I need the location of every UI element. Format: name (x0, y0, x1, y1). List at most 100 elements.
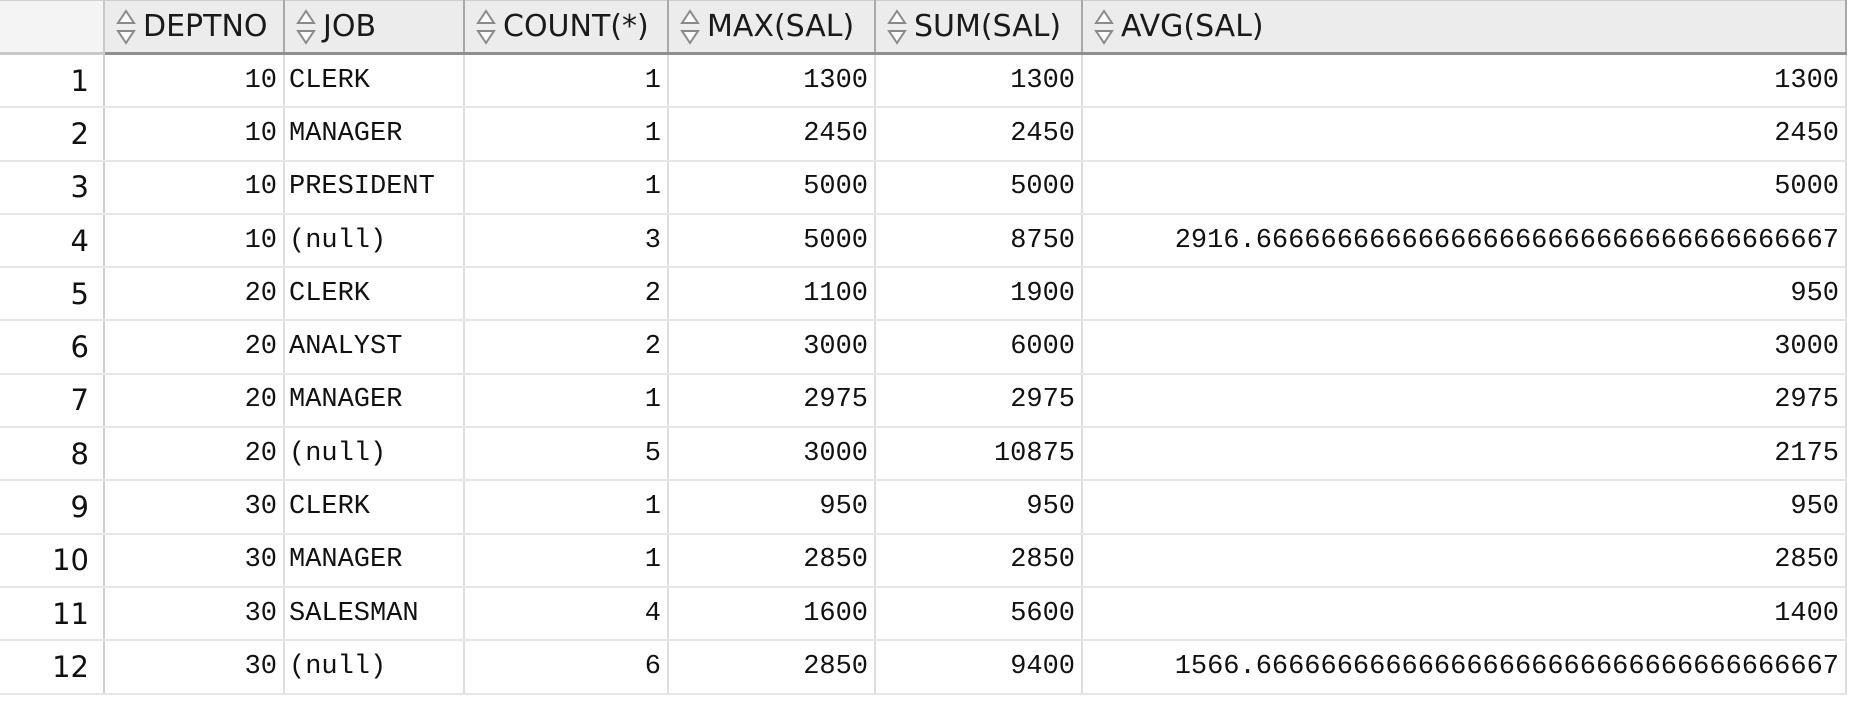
cell-deptno[interactable]: 30 (104, 533, 285, 588)
cell-count[interactable]: 1 (464, 373, 669, 429)
cell-sum-sal[interactable]: 2450 (875, 107, 1083, 162)
cell-sum-sal[interactable]: 10875 (875, 427, 1083, 482)
cell-job[interactable]: (null) (284, 213, 465, 269)
cell-count[interactable]: 5 (464, 427, 669, 482)
cell-deptno[interactable]: 20 (104, 427, 285, 482)
sort-updown-icon[interactable] (1093, 8, 1115, 46)
cell-sum-sal[interactable]: 950 (875, 480, 1083, 535)
row-number[interactable]: 2 (0, 107, 105, 162)
cell-sum-sal[interactable]: 5000 (875, 160, 1083, 215)
row-number[interactable]: 12 (0, 640, 105, 695)
cell-job[interactable]: MANAGER (284, 533, 465, 588)
cell-count[interactable]: 3 (464, 213, 669, 269)
sort-updown-icon[interactable] (679, 8, 701, 46)
sort-updown-icon[interactable] (295, 8, 317, 46)
cell-avg-sal[interactable]: 2450 (1082, 107, 1847, 162)
row-number[interactable]: 6 (0, 320, 105, 375)
cell-deptno[interactable]: 30 (104, 586, 285, 642)
table-row[interactable]: 11 30 SALESMAN 4 1600 5600 1400 (0, 586, 1847, 642)
cell-job[interactable]: CLERK (284, 53, 465, 109)
table-row[interactable]: 4 10 (null) 3 5000 8750 2916.66666666666666666… (0, 213, 1847, 269)
cell-sum-sal[interactable]: 1300 (875, 53, 1083, 109)
table-row[interactable]: 8 20 (null) 5 3000 10875 2175 (0, 427, 1847, 482)
column-header-job[interactable]: JOB (284, 0, 465, 55)
row-number[interactable]: 1 (0, 53, 105, 109)
cell-deptno[interactable]: 20 (104, 373, 285, 429)
cell-max-sal[interactable]: 3000 (668, 320, 876, 375)
cell-max-sal[interactable]: 2850 (668, 640, 876, 695)
cell-max-sal[interactable]: 3000 (668, 427, 876, 482)
cell-avg-sal[interactable]: 950 (1082, 267, 1847, 322)
row-number[interactable]: 3 (0, 160, 105, 215)
cell-deptno[interactable]: 20 (104, 320, 285, 375)
cell-max-sal[interactable]: 1300 (668, 53, 876, 109)
sort-updown-icon[interactable] (475, 8, 497, 46)
table-row[interactable]: 6 20 ANALYST 2 3000 6000 3000 (0, 320, 1847, 375)
row-number[interactable]: 10 (0, 533, 105, 588)
column-header-deptno[interactable]: DEPTNO (104, 0, 285, 55)
cell-count[interactable]: 1 (464, 160, 669, 215)
cell-sum-sal[interactable]: 5600 (875, 586, 1083, 642)
cell-job[interactable]: (null) (284, 640, 465, 695)
table-row[interactable]: 7 20 MANAGER 1 2975 2975 2975 (0, 373, 1847, 429)
cell-avg-sal[interactable]: 2975 (1082, 373, 1847, 429)
cell-count[interactable]: 2 (464, 267, 669, 322)
cell-avg-sal[interactable]: 950 (1082, 480, 1847, 535)
cell-avg-sal[interactable]: 1300 (1082, 53, 1847, 109)
cell-count[interactable]: 1 (464, 480, 669, 535)
row-number[interactable]: 11 (0, 586, 105, 642)
cell-deptno[interactable]: 30 (104, 480, 285, 535)
cell-job[interactable]: PRESIDENT (284, 160, 465, 215)
column-header-max-sal[interactable]: MAX(SAL) (668, 0, 876, 55)
row-number[interactable]: 8 (0, 427, 105, 482)
cell-count[interactable]: 2 (464, 320, 669, 375)
cell-avg-sal[interactable]: 1566.66666666666666666666666666666666666… (1082, 640, 1847, 695)
row-number[interactable]: 4 (0, 213, 105, 269)
table-row[interactable]: 12 30 (null) 6 2850 9400 1566.6666666666666666… (0, 640, 1847, 695)
cell-max-sal[interactable]: 2450 (668, 107, 876, 162)
cell-max-sal[interactable]: 1100 (668, 267, 876, 322)
cell-avg-sal[interactable]: 2850 (1082, 533, 1847, 588)
cell-deptno[interactable]: 20 (104, 267, 285, 322)
cell-job[interactable]: CLERK (284, 267, 465, 322)
cell-max-sal[interactable]: 5000 (668, 160, 876, 215)
column-header-sum-sal[interactable]: SUM(SAL) (875, 0, 1083, 55)
cell-deptno[interactable]: 10 (104, 107, 285, 162)
cell-deptno[interactable]: 10 (104, 53, 285, 109)
cell-sum-sal[interactable]: 2850 (875, 533, 1083, 588)
cell-sum-sal[interactable]: 8750 (875, 213, 1083, 269)
table-row[interactable]: 3 10 PRESIDENT 1 5000 5000 5000 (0, 160, 1847, 215)
row-number[interactable]: 9 (0, 480, 105, 535)
cell-job[interactable]: ANALYST (284, 320, 465, 375)
cell-count[interactable]: 1 (464, 107, 669, 162)
cell-sum-sal[interactable]: 1900 (875, 267, 1083, 322)
cell-count[interactable]: 1 (464, 53, 669, 109)
cell-count[interactable]: 6 (464, 640, 669, 695)
cell-deptno[interactable]: 30 (104, 640, 285, 695)
cell-max-sal[interactable]: 2850 (668, 533, 876, 588)
cell-sum-sal[interactable]: 9400 (875, 640, 1083, 695)
cell-sum-sal[interactable]: 6000 (875, 320, 1083, 375)
cell-avg-sal[interactable]: 2916.66666666666666666666666666666666666… (1082, 213, 1847, 269)
column-header-count[interactable]: COUNT(*) (464, 0, 669, 55)
cell-deptno[interactable]: 10 (104, 160, 285, 215)
table-row[interactable]: 1 10 CLERK 1 1300 1300 1300 (0, 53, 1847, 109)
cell-deptno[interactable]: 10 (104, 213, 285, 269)
cell-max-sal[interactable]: 2975 (668, 373, 876, 429)
cell-job[interactable]: MANAGER (284, 373, 465, 429)
cell-max-sal[interactable]: 5000 (668, 213, 876, 269)
table-row[interactable]: 10 30 MANAGER 1 2850 2850 2850 (0, 533, 1847, 588)
cell-count[interactable]: 1 (464, 533, 669, 588)
cell-max-sal[interactable]: 950 (668, 480, 876, 535)
cell-job[interactable]: (null) (284, 427, 465, 482)
cell-avg-sal[interactable]: 2175 (1082, 427, 1847, 482)
table-row[interactable]: 9 30 CLERK 1 950 950 950 (0, 480, 1847, 535)
table-row[interactable]: 2 10 MANAGER 1 2450 2450 2450 (0, 107, 1847, 162)
sort-updown-icon[interactable] (886, 8, 908, 46)
cell-avg-sal[interactable]: 5000 (1082, 160, 1847, 215)
cell-avg-sal[interactable]: 3000 (1082, 320, 1847, 375)
cell-job[interactable]: CLERK (284, 480, 465, 535)
cell-job[interactable]: SALESMAN (284, 586, 465, 642)
row-number[interactable]: 7 (0, 373, 105, 429)
column-header-avg-sal[interactable]: AVG(SAL) (1082, 0, 1847, 55)
